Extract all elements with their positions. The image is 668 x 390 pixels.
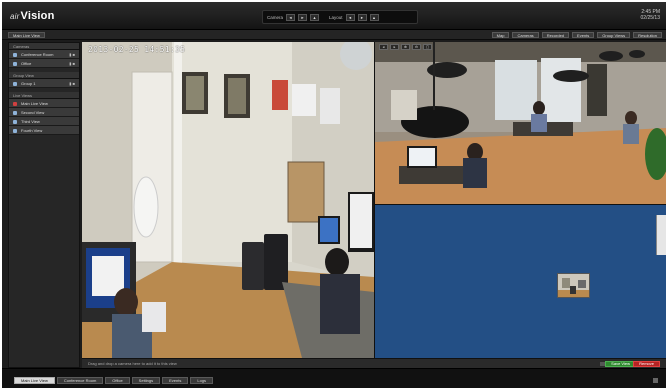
empty-view-slot[interactable] xyxy=(374,204,666,358)
sidebar-item-label: Second View xyxy=(21,110,45,115)
camera-controls: Camera ◂ ▸ ▴ Layout ◂ ▸ ▴ xyxy=(262,10,418,24)
sidebar-item-label: Main Live View xyxy=(21,101,48,106)
sidebar-item-conference-room[interactable]: Conference Room ▮ ■ xyxy=(9,50,79,59)
sidebar: Cameras Conference Room ▮ ■ Office ▮ ■ G… xyxy=(8,42,80,368)
camera-controls-label: Camera xyxy=(267,14,284,20)
camera-prev-button[interactable]: ◂ xyxy=(286,13,296,21)
camera-up-button[interactable]: ▴ xyxy=(310,13,320,21)
thumbnail-image xyxy=(558,274,589,297)
sidebar-item-label: Fourth View xyxy=(21,128,43,133)
fullscreen-icon[interactable]: ▢ xyxy=(423,44,432,50)
bottom-bar: Main Live View Conference Room Office Se… xyxy=(2,368,666,388)
layout-prev-button[interactable]: ◂ xyxy=(345,13,355,21)
camera-icon xyxy=(13,53,17,57)
camera-next-button[interactable]: ▸ xyxy=(298,13,308,21)
next-icon[interactable]: ▸ xyxy=(390,44,399,50)
side-panel-handle[interactable] xyxy=(656,215,666,255)
liveview-icon xyxy=(13,120,17,124)
camera-feed-image xyxy=(82,42,374,358)
view-buttons: Map Cameras Recorded Events Group Views … xyxy=(491,32,662,38)
map-button[interactable]: Map xyxy=(491,32,510,38)
sidebar-section-cameras: Cameras xyxy=(9,43,79,50)
sub-bar: Main Live View Map Cameras Recorded Even… xyxy=(2,30,666,40)
camera-timestamp: 2013-02-25 14:51:35 xyxy=(88,45,186,54)
tab-main-live-view[interactable]: Main Live View xyxy=(14,377,55,384)
camera-toolbar: ◂ ▸ ⊕ ⊖ ▢ xyxy=(379,44,432,50)
settings-icon[interactable] xyxy=(653,378,658,383)
sidebar-item-office[interactable]: Office ▮ ■ xyxy=(9,59,79,68)
tab-logs[interactable]: Logs xyxy=(190,377,214,384)
recorded-button[interactable]: Recorded xyxy=(541,32,570,38)
liveview-icon xyxy=(13,111,17,115)
camera-feed-image xyxy=(375,42,666,204)
cameras-button[interactable]: Cameras xyxy=(512,32,539,38)
bottom-tabs: Main Live View Conference Room Office Se… xyxy=(14,377,214,384)
events-button[interactable]: Events xyxy=(572,32,595,38)
resolution-button[interactable]: Resolution xyxy=(633,32,662,38)
clock-date: 02/25/13 xyxy=(640,15,660,21)
sidebar-item-label: Conference Room xyxy=(21,52,54,57)
status-message: Drag and drop a camera here to add it to… xyxy=(88,361,177,366)
sidebar-section-live-views: Live Views xyxy=(9,92,79,99)
sidebar-item-label: Third View xyxy=(21,119,40,124)
zoom-out-icon[interactable]: ⊖ xyxy=(412,44,421,50)
camera-feed-office[interactable]: ◂ ▸ ⊕ ⊖ ▢ xyxy=(374,42,666,204)
sidebar-item-main-live-view[interactable]: Main Live View xyxy=(9,99,79,108)
remove-view-button[interactable]: Remove xyxy=(633,361,660,367)
sidebar-item-fourth-view[interactable]: Fourth View xyxy=(9,126,79,135)
camera-controls-icon[interactable]: ▮ ■ xyxy=(69,52,75,57)
app-logo: airVision xyxy=(10,10,55,22)
sidebar-item-third-view[interactable]: Third View xyxy=(9,117,79,126)
group-icon xyxy=(13,82,17,86)
tab-conference-room[interactable]: Conference Room xyxy=(56,377,104,384)
sidebar-item-group-1[interactable]: Group 1 ▮ ■ xyxy=(9,79,79,88)
layout-controls-label: Layout xyxy=(329,14,343,20)
tab-events[interactable]: Events xyxy=(162,377,189,384)
tab-settings[interactable]: Settings xyxy=(131,377,161,384)
layout-up-button[interactable]: ▴ xyxy=(369,13,379,21)
dragged-camera-thumbnail[interactable] xyxy=(557,273,590,298)
sidebar-item-second-view[interactable]: Second View xyxy=(9,108,79,117)
status-bar: Drag and drop a camera here to add it to… xyxy=(82,358,666,368)
group-controls-icon[interactable]: ▮ ■ xyxy=(69,81,75,86)
sidebar-item-label: Group 1 xyxy=(21,81,36,86)
clock: 2:45 PM 02/25/13 xyxy=(641,9,660,21)
video-grid: 2013-02-25 14:51:35 ◂ ▸ ⊕ ⊖ ▢ xyxy=(82,42,666,358)
camera-feed-conference-room[interactable]: 2013-02-25 14:51:35 xyxy=(82,42,374,358)
zoom-in-icon[interactable]: ⊕ xyxy=(401,44,410,50)
liveview-icon xyxy=(13,102,17,106)
prev-icon[interactable]: ◂ xyxy=(379,44,388,50)
camera-controls-icon[interactable]: ▮ ■ xyxy=(69,61,75,66)
group-views-button[interactable]: Group Views xyxy=(597,32,631,38)
save-view-button[interactable]: Save View xyxy=(605,361,636,367)
layout-next-button[interactable]: ▸ xyxy=(357,13,367,21)
liveview-icon xyxy=(13,129,17,133)
camera-icon xyxy=(13,62,17,66)
tab-office[interactable]: Office xyxy=(105,377,130,384)
top-bar: airVision Camera ◂ ▸ ▴ Layout ◂ ▸ ▴ 2:45… xyxy=(2,2,666,30)
sidebar-item-label: Office xyxy=(21,61,32,66)
airvision-app: airVision Camera ◂ ▸ ▴ Layout ◂ ▸ ▴ 2:45… xyxy=(2,2,666,388)
sidebar-section-group-view: Group View xyxy=(9,72,79,79)
liveview-select[interactable]: Main Live View xyxy=(8,32,45,38)
